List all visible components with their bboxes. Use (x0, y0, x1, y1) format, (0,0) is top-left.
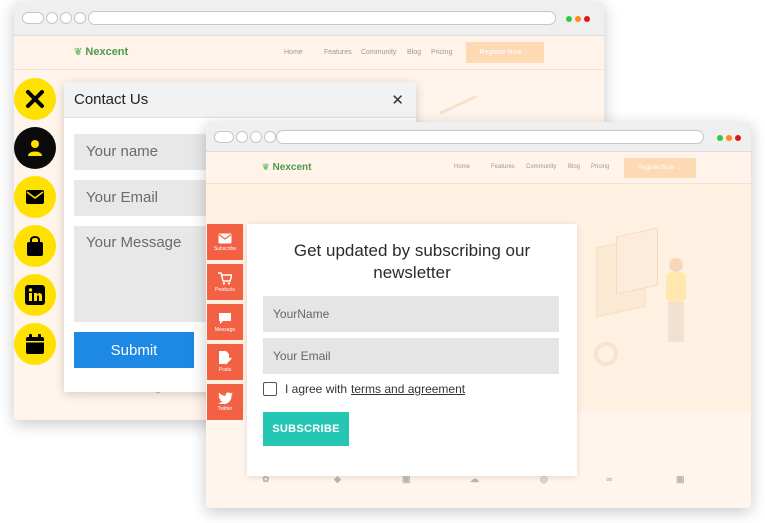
newsletter-popup: Get updated by subscribing our newslette… (247, 224, 577, 476)
brand-logo-faded: ▣ (676, 474, 685, 484)
illustration-legs (668, 302, 684, 342)
mail-floating-button[interactable] (14, 176, 56, 218)
newsletter-title-line1: Get updated by subscribing our (293, 241, 531, 260)
illustration-gear (594, 342, 618, 366)
email-placeholder: Your Email (86, 189, 158, 206)
nav-blog[interactable]: Blog (407, 49, 421, 56)
user-floating-button[interactable] (14, 127, 56, 169)
site-navbar: ❦ Nexcent Home Features Community Blog P… (206, 152, 751, 184)
window-dot-red[interactable] (584, 16, 590, 22)
browser-forward-button[interactable] (60, 12, 72, 24)
close-icon[interactable]: ✕ (391, 91, 404, 109)
window-dot-green[interactable] (566, 16, 572, 22)
illustration-person (666, 272, 686, 302)
window-dot-green[interactable] (717, 135, 723, 141)
browser-chrome (206, 122, 751, 152)
message-icon (219, 312, 231, 324)
nav-home[interactable]: Home (454, 164, 470, 170)
subscribe-button[interactable]: SUBSCRIBE (263, 412, 349, 446)
nav-home[interactable]: Home (284, 49, 303, 56)
tab-label: Subscribe (213, 245, 237, 252)
browser-tab-pill[interactable] (214, 131, 234, 143)
twitter-icon (217, 392, 233, 404)
newsletter-title-line2: newsletter (373, 263, 451, 282)
browser-forward-button[interactable] (250, 131, 262, 143)
linkedin-floating-button[interactable] (14, 274, 56, 316)
window-dot-red[interactable] (735, 135, 741, 141)
close-icon (26, 90, 44, 108)
name-placeholder: Your name (86, 143, 158, 160)
user-icon (28, 140, 42, 156)
message-placeholder: Your Message (86, 234, 182, 251)
browser-reload-button[interactable] (74, 12, 86, 24)
browser-back-button[interactable] (46, 12, 58, 24)
agree-text: I agree with (285, 382, 348, 396)
agree-row: I agree with terms and agreement (263, 382, 465, 396)
tab-subscribe[interactable]: Subscribe (207, 224, 243, 260)
tab-label: Products (215, 286, 235, 293)
tab-message[interactable]: Message (207, 304, 243, 340)
site-logo[interactable]: ❦ Nexcent (74, 46, 128, 58)
browser-reload-button[interactable] (264, 131, 276, 143)
submit-button[interactable]: Submit (74, 332, 194, 368)
illustration-person-head (669, 258, 683, 272)
email-placeholder: Your Email (273, 349, 331, 363)
contact-title: Contact Us (74, 91, 149, 108)
nav-pricing[interactable]: Pricing (431, 49, 452, 56)
window-dot-orange[interactable] (575, 16, 581, 22)
nav-features[interactable]: Features (491, 164, 515, 170)
leaf-icon: ❦ (74, 46, 83, 58)
brand-logo-faded: ∞ (606, 474, 613, 484)
logo-text: Nexcent (272, 162, 312, 173)
mail-icon (26, 190, 44, 204)
site-navbar: ❦ Nexcent Home Features Community Blog P… (14, 36, 604, 70)
calendar-icon (26, 334, 44, 354)
nav-features[interactable]: Features (324, 49, 352, 56)
window-dot-orange[interactable] (726, 135, 732, 141)
illustration-panel (616, 227, 658, 295)
leaf-icon: ❦ (262, 162, 270, 172)
agree-checkbox[interactable] (263, 382, 277, 396)
tab-posts[interactable]: Posts (207, 344, 243, 380)
terms-link[interactable]: terms and agreement (351, 382, 465, 396)
tab-label: Posts (218, 367, 232, 373)
name-placeholder: YourName (273, 307, 330, 321)
nav-pricing[interactable]: Pricing (591, 164, 609, 170)
browser-chrome (14, 2, 604, 36)
cart-icon (218, 271, 232, 285)
register-button[interactable]: Register Now → (466, 42, 544, 63)
newsletter-name-field[interactable]: YourName (263, 296, 559, 332)
logo-text: Nexcent (85, 46, 129, 58)
newsletter-title: Get updated by subscribing our newslette… (247, 240, 577, 284)
tab-twitter[interactable]: Twitter (207, 384, 243, 420)
browser-tab-pill[interactable] (22, 12, 44, 24)
site-logo[interactable]: ❦ Nexcent (262, 162, 311, 173)
browser-back-button[interactable] (236, 131, 248, 143)
address-bar[interactable] (88, 11, 556, 25)
nav-blog[interactable]: Blog (568, 164, 580, 170)
tab-label: Message (214, 326, 236, 333)
tab-products[interactable]: Products (207, 264, 243, 300)
address-bar[interactable] (276, 130, 704, 144)
register-button[interactable]: Register Now → (624, 158, 696, 178)
nav-community[interactable]: Community (526, 164, 556, 170)
nav-community[interactable]: Community (361, 49, 396, 56)
mail-icon (218, 233, 232, 243)
tab-label: Twitter (217, 406, 233, 412)
shop-floating-button[interactable] (14, 225, 56, 267)
contact-modal-header: Contact Us ✕ (64, 82, 416, 118)
calendar-floating-button[interactable] (14, 323, 56, 365)
newsletter-email-field[interactable]: Your Email (263, 338, 559, 374)
shopping-bag-icon (27, 236, 43, 256)
edit-document-icon (219, 351, 232, 365)
hero-illustration (586, 222, 726, 372)
linkedin-icon (25, 285, 45, 305)
close-floating-button[interactable] (14, 78, 56, 120)
